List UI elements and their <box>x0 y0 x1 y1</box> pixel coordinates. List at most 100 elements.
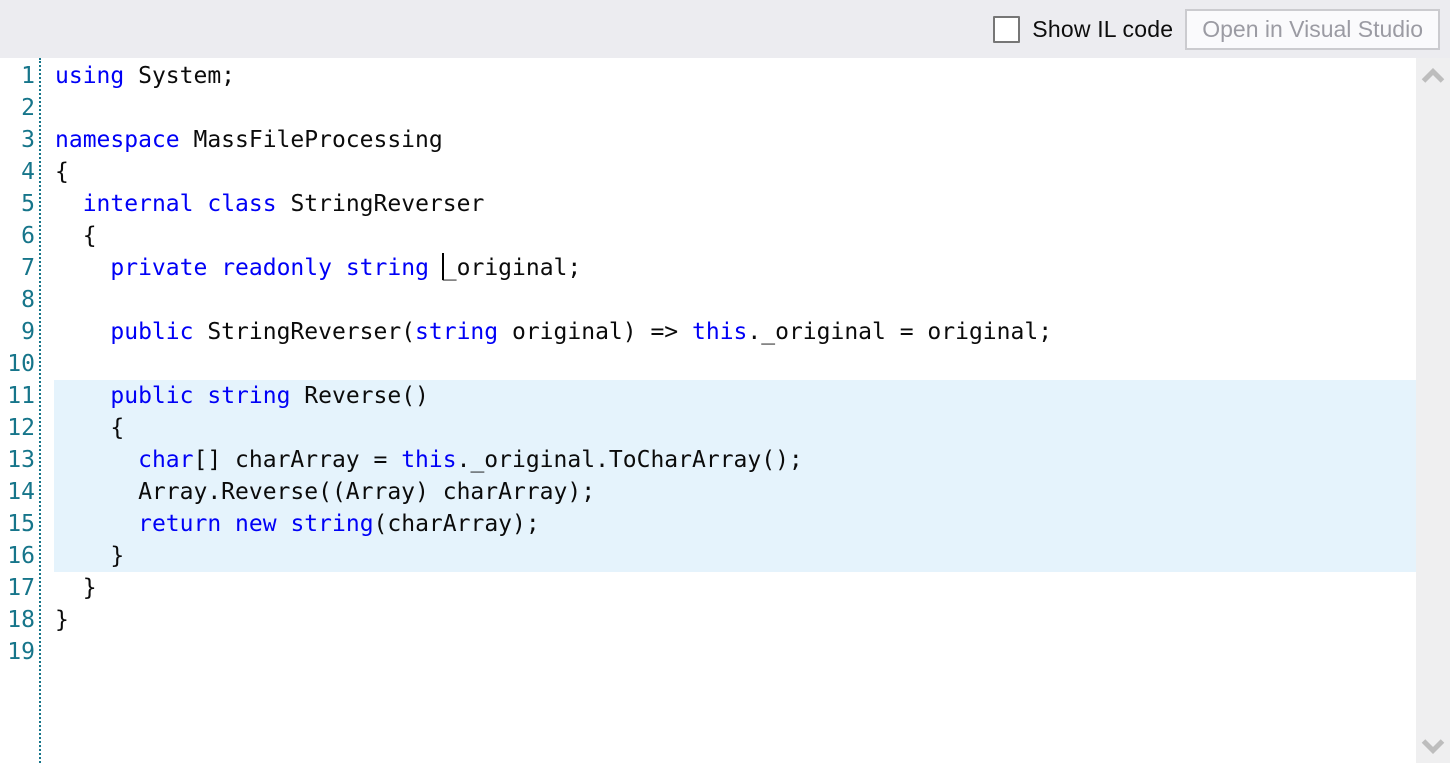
code-line-text: } <box>54 572 1416 604</box>
code-token-keyword: public <box>110 319 194 345</box>
code-token-keyword: string <box>415 319 499 345</box>
code-token: ._original.ToCharArray(); <box>456 447 803 473</box>
code-line[interactable]: 1 using System; <box>0 60 1416 92</box>
code-token-keyword: private <box>110 255 208 281</box>
code-token: StringReverser <box>276 191 485 217</box>
code-line-text: namespace MassFileProcessing <box>54 124 1416 156</box>
code-token-keyword: this <box>401 447 457 473</box>
line-number: 18 <box>7 607 35 633</box>
code-token-keyword: string <box>345 255 429 281</box>
code-lines: 1 using System; 2 3 namespace MassFileProces… <box>0 60 1416 668</box>
code-line-text: internal class StringReverser <box>54 188 1416 220</box>
code-line[interactable]: 8 <box>0 284 1416 316</box>
code-token: _original; <box>442 255 582 281</box>
toolbar: Show IL code Open in Visual Studio <box>0 0 1450 58</box>
code-line[interactable]: 7 private readonly string _original; <box>0 252 1416 284</box>
code-token: } <box>55 607 69 633</box>
code-line[interactable]: 17 } <box>0 572 1416 604</box>
code-token-keyword: class <box>207 191 277 217</box>
code-line[interactable]: 4{ <box>0 156 1416 188</box>
code-line[interactable]: 3 namespace MassFileProcessing <box>0 124 1416 156</box>
code-token-keyword: readonly <box>221 255 332 281</box>
code-line[interactable]: 6 { <box>0 220 1416 252</box>
line-number: 4 <box>21 159 35 185</box>
show-il-checkbox-group: Show IL code <box>993 15 1174 43</box>
line-number: 1 <box>21 63 35 89</box>
vertical-scrollbar[interactable] <box>1416 58 1450 763</box>
code-line[interactable]: 15 return new string(charArray); <box>0 508 1416 540</box>
line-number: 2 <box>21 95 35 121</box>
scroll-down-button[interactable] <box>1416 729 1450 763</box>
code-token: { <box>55 223 97 249</box>
open-in-visual-studio-button[interactable]: Open in Visual Studio <box>1185 8 1440 50</box>
code-line[interactable]: 14 Array.Reverse((Array) charArray); <box>0 476 1416 508</box>
code-line[interactable]: 2 <box>0 92 1416 124</box>
code-line[interactable]: 10 <box>0 348 1416 380</box>
code-token: } <box>55 543 125 569</box>
line-number: 5 <box>21 191 35 217</box>
show-il-checkbox[interactable] <box>993 15 1021 43</box>
code-token-keyword: char <box>138 447 194 473</box>
code-token: (charArray); <box>373 511 540 537</box>
code-token: Reverse() <box>290 383 429 409</box>
line-number: 8 <box>21 287 35 313</box>
code-token: } <box>55 575 97 601</box>
code-line[interactable]: 5 internal class StringReverser <box>0 188 1416 220</box>
show-il-checkbox-label: Show IL code <box>1032 15 1174 42</box>
line-number: 3 <box>21 127 35 153</box>
code-line-text: return new string(charArray); <box>54 508 1416 540</box>
code-token: System; <box>124 63 236 89</box>
code-token-keyword: using <box>55 63 125 89</box>
code-line[interactable]: 19 <box>0 636 1416 668</box>
code-token: MassFileProcessing <box>179 127 443 153</box>
code-line-text: char[] charArray = this._original.ToChar… <box>54 444 1416 476</box>
code-token: original) => <box>498 319 693 345</box>
code-token: [] charArray = <box>193 447 402 473</box>
line-number: 19 <box>7 639 35 665</box>
code-line-text: private readonly string _original; <box>54 252 1416 284</box>
code-line[interactable]: 11 public string Reverse() <box>0 380 1416 412</box>
code-line[interactable]: 9 public StringReverser(string original)… <box>0 316 1416 348</box>
code-token: { <box>55 159 69 185</box>
code-token: { <box>55 415 125 441</box>
line-number: 13 <box>7 447 35 473</box>
line-number: 15 <box>7 511 35 537</box>
code-token-keyword: new <box>235 511 277 537</box>
code-token-keyword: string <box>290 511 374 537</box>
chevron-up-icon <box>1421 67 1445 83</box>
code-line[interactable]: 18} <box>0 604 1416 636</box>
line-number: 16 <box>7 543 35 569</box>
code-token-keyword: this <box>692 319 748 345</box>
line-number: 10 <box>7 351 35 377</box>
scroll-up-button[interactable] <box>1416 58 1450 92</box>
line-number: 14 <box>7 479 35 505</box>
chevron-down-icon <box>1421 738 1445 754</box>
code-token-keyword: public <box>110 383 194 409</box>
code-line-text: public StringReverser(string original) =… <box>54 316 1416 348</box>
line-number: 6 <box>21 223 35 249</box>
code-token-keyword: namespace <box>55 127 180 153</box>
code-token: Array.Reverse((Array) charArray); <box>55 479 596 505</box>
line-number: 7 <box>21 255 35 281</box>
code-token: ._original = original; <box>747 319 1053 345</box>
code-line[interactable]: 13 char[] charArray = this._original.ToC… <box>0 444 1416 476</box>
code-line[interactable]: 16 } <box>0 540 1416 572</box>
code-line[interactable]: 12 { <box>0 412 1416 444</box>
code-line-text: { <box>54 220 1416 252</box>
code-editor[interactable]: 1 using System; 2 3 namespace MassFileProces… <box>0 58 1416 763</box>
line-number: 12 <box>7 415 35 441</box>
code-line-text: public string Reverse() <box>54 380 1416 412</box>
decompiler-code-viewer: Show IL code Open in Visual Studio 1 usin… <box>0 0 1450 763</box>
